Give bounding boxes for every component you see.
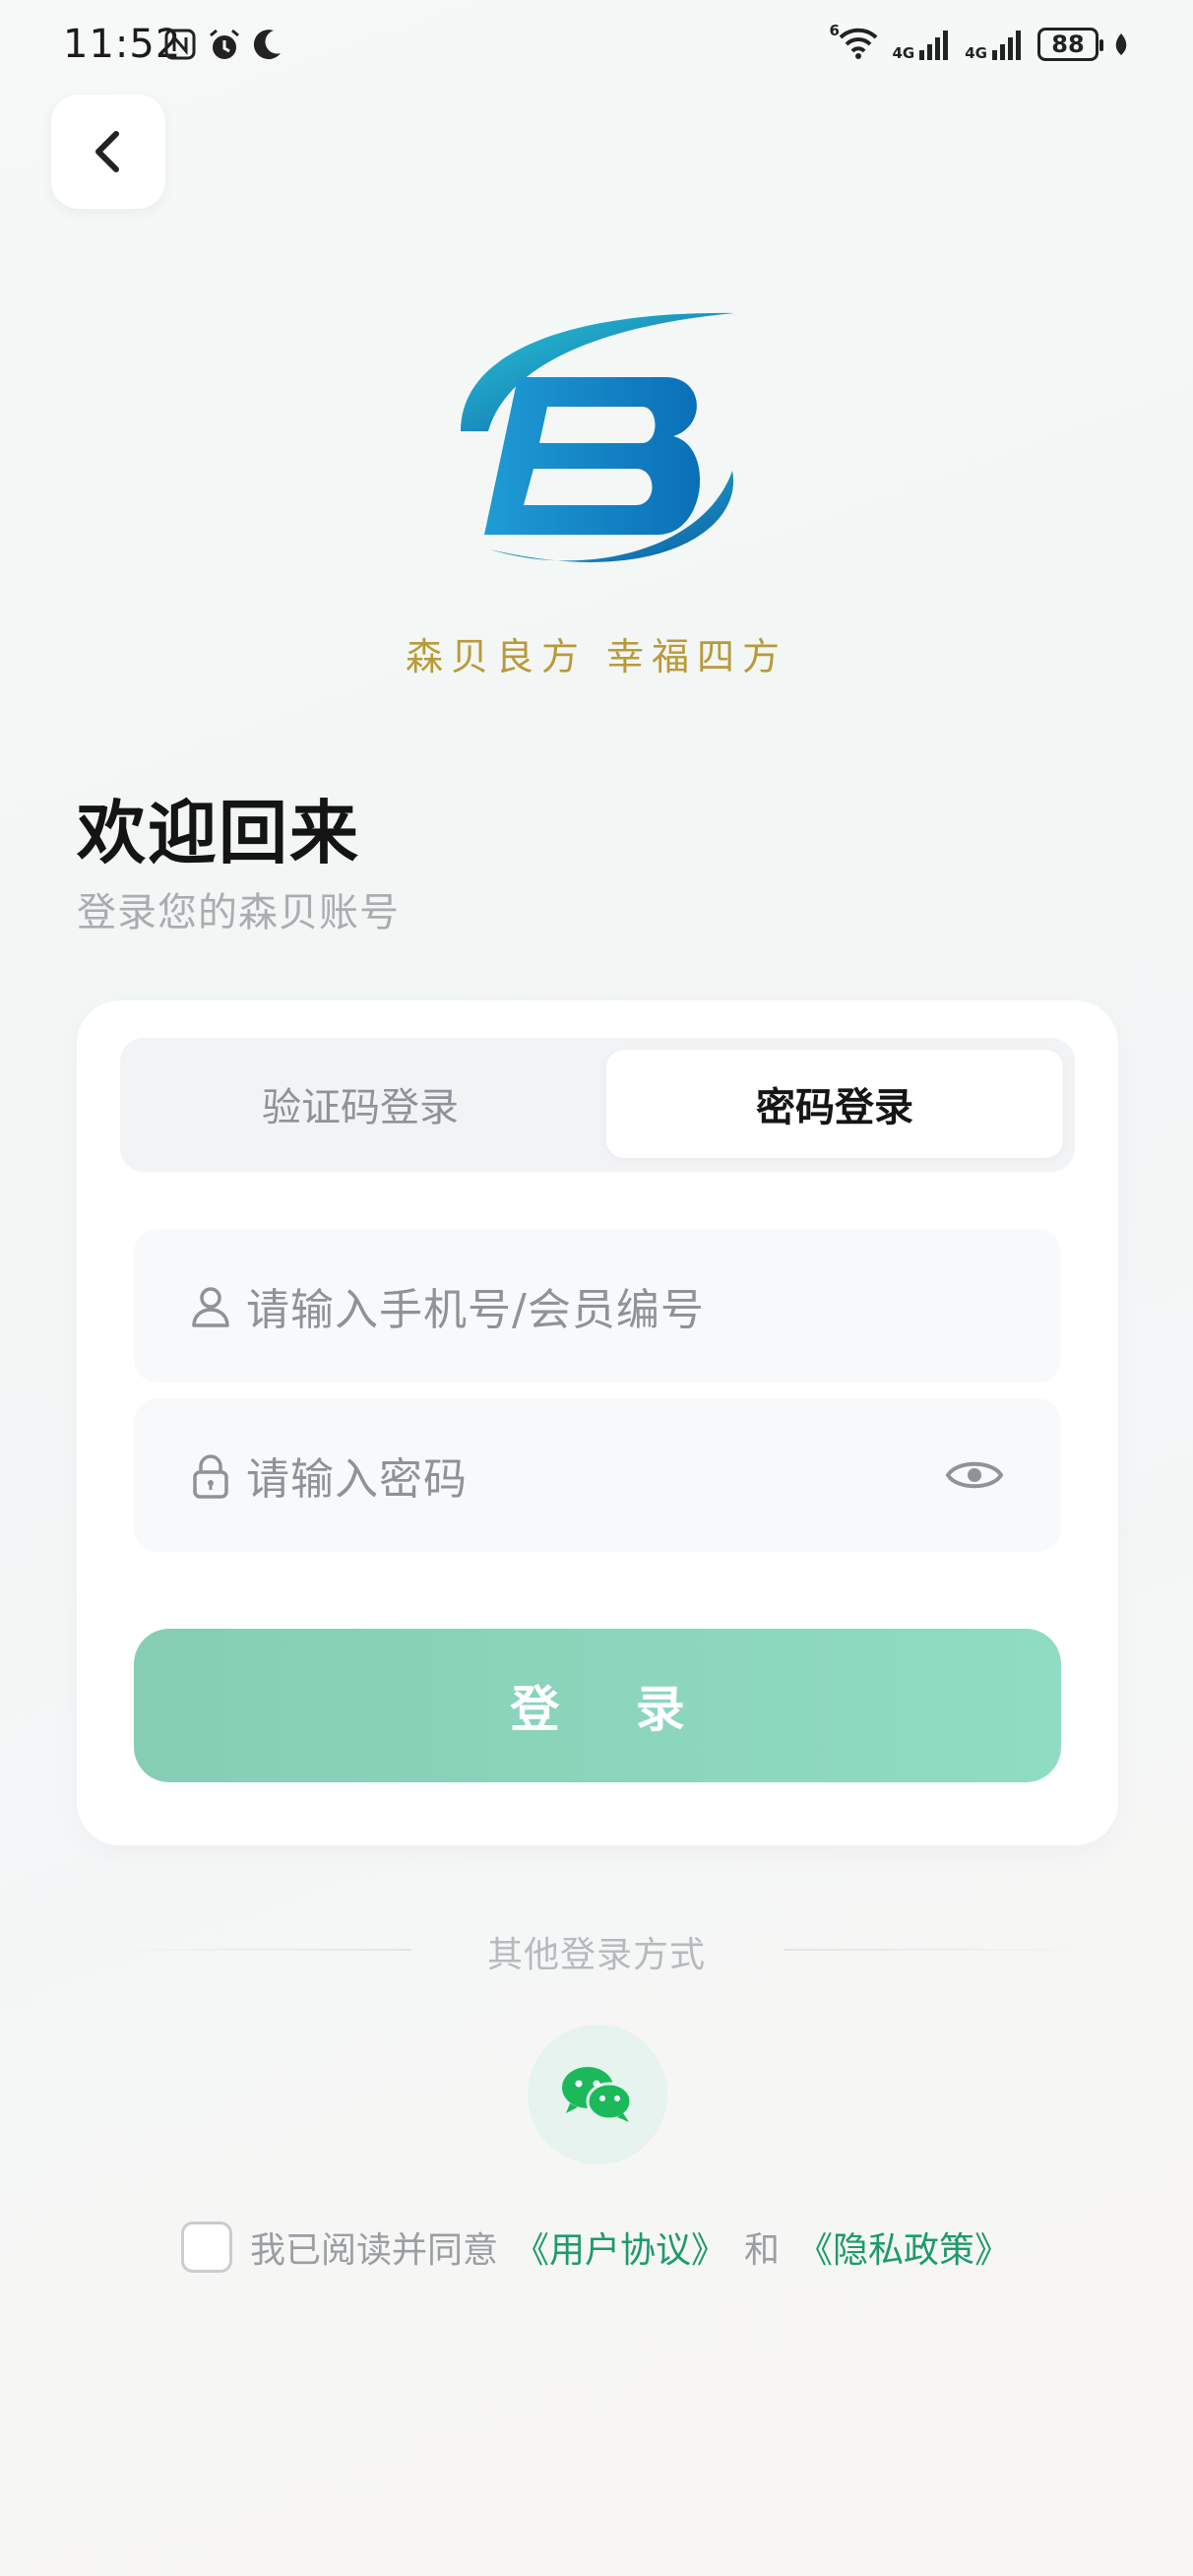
lock-icon xyxy=(193,1454,228,1499)
network-label-1: 4G xyxy=(892,44,915,62)
login-button[interactable]: 登 录 xyxy=(134,1629,1061,1782)
agreement-checkbox[interactable] xyxy=(181,2222,232,2273)
agreement-prefix: 我已阅读并同意 xyxy=(250,2230,499,2271)
user-icon xyxy=(192,1287,229,1327)
nfc-icon xyxy=(164,29,196,60)
back-button[interactable] xyxy=(51,95,165,209)
other-login-label: 其他登录方式 xyxy=(486,1935,706,1975)
tab-password-login[interactable]: 密码登录 xyxy=(606,1050,1063,1158)
wifi-tag: 6 xyxy=(829,22,840,39)
agreement-conjunction: 和 xyxy=(744,2230,781,2271)
page-title: 欢迎回来 xyxy=(77,793,360,873)
password-input[interactable]: 请输入密码 xyxy=(134,1398,1061,1552)
status-right-icons: 6 4G 4G 88 xyxy=(830,24,1131,63)
status-left-icons xyxy=(163,28,283,63)
battery-indicator: 88 xyxy=(1037,28,1103,61)
wechat-icon xyxy=(562,2067,633,2122)
moon-icon xyxy=(253,30,281,60)
brand-slogan: 森贝良方 幸福四方 xyxy=(405,635,788,678)
signal-icon-2 xyxy=(992,31,1021,60)
alarm-icon xyxy=(210,29,239,59)
wifi-icon xyxy=(839,28,877,59)
eye-icon[interactable] xyxy=(945,1451,1004,1499)
tab-sms-login[interactable]: 验证码登录 xyxy=(132,1050,589,1158)
brand-logo xyxy=(461,312,734,562)
page-subtitle: 登录您的森贝账号 xyxy=(77,890,400,935)
login-card: 验证码登录 密码登录 请输入手机号/会员编号 请输入密码 登 录 xyxy=(77,1000,1118,1845)
network-label-2: 4G xyxy=(965,44,987,62)
chevron-left-icon xyxy=(95,131,119,172)
phone-input[interactable]: 请输入手机号/会员编号 xyxy=(134,1229,1061,1383)
signal-icon-1 xyxy=(919,31,949,60)
login-tabs: 验证码登录 密码登录 xyxy=(120,1038,1075,1172)
privacy-policy-link[interactable]: 《隐私政策》 xyxy=(797,2222,1010,2273)
user-agreement-link[interactable]: 《用户协议》 xyxy=(514,2222,726,2273)
password-placeholder: 请输入密码 xyxy=(246,1454,468,1505)
agreement-row: 我已阅读并同意 《用户协议》 和 《隐私政策》 xyxy=(181,2222,1010,2273)
phone-placeholder: 请输入手机号/会员编号 xyxy=(246,1285,705,1335)
leaf-icon xyxy=(1115,33,1127,55)
wechat-login-button[interactable] xyxy=(528,2025,667,2164)
